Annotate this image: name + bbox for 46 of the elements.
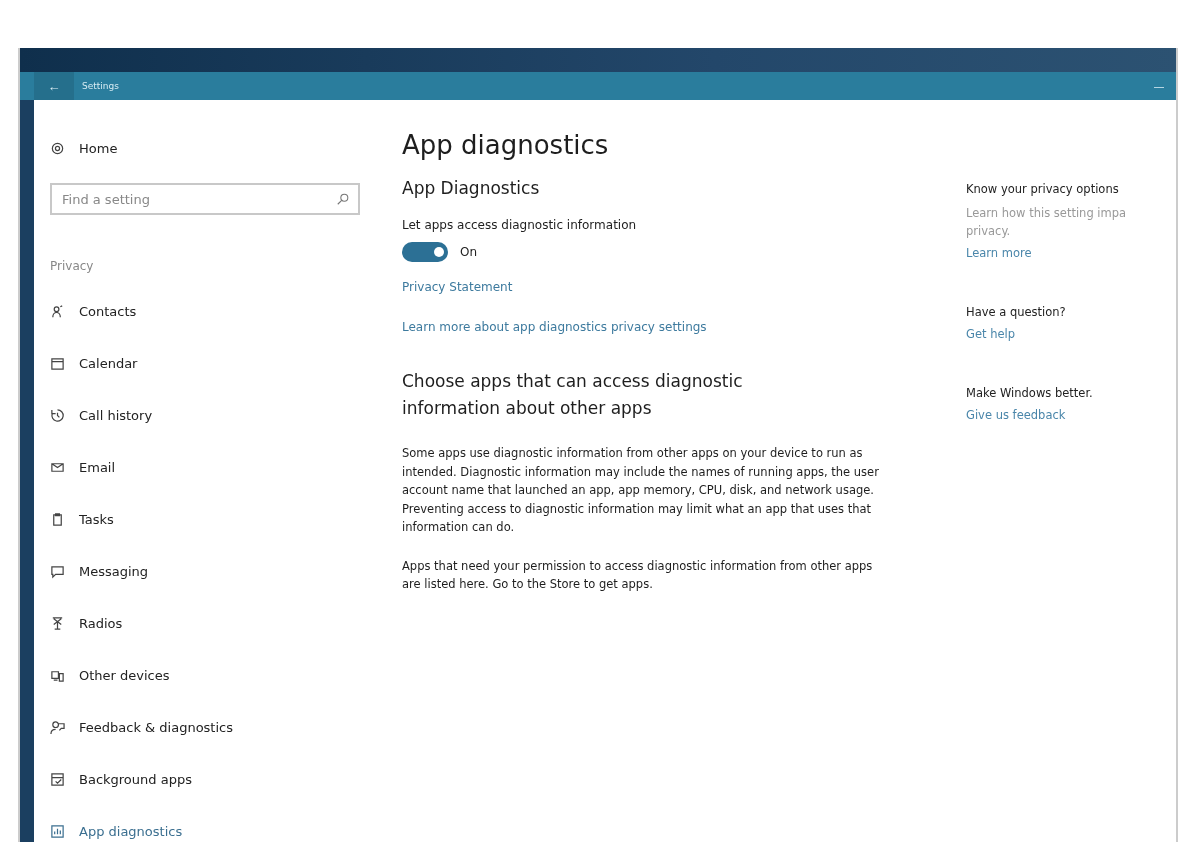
sidebar-item[interactable]: Feedback & diagnostics (50, 701, 388, 753)
link[interactable]: Privacy Statement (402, 280, 513, 294)
page-title: App diagnostics (402, 130, 610, 160)
aside-heading: Know your privacy options (966, 182, 1120, 196)
subheading: Choose apps that can access diagnostic information about other apps (402, 370, 744, 420)
link[interactable]: Learn more (966, 246, 1032, 260)
contacts-icon (50, 303, 65, 319)
sidebar-item[interactable]: Contacts (50, 285, 388, 337)
minimize-button[interactable]: — (1150, 80, 1168, 92)
chart-window-icon (50, 823, 65, 839)
aside-text: privacy. (966, 223, 1012, 240)
sidebar-item[interactable]: App diagnostics (50, 805, 388, 842)
link[interactable]: Learn more about app diagnostics privacy settings (402, 320, 707, 334)
feedback-icon (50, 719, 65, 735)
clock-icon (50, 407, 65, 423)
toggle-switch[interactable] (402, 242, 448, 262)
sidebar-item[interactable]: Calendar (50, 337, 388, 389)
aside-text: Learn how this setting impa (966, 205, 1128, 222)
link[interactable]: Give us feedback (966, 408, 1066, 422)
toggle-state: On (460, 245, 478, 259)
paragraph: Some apps use diagnostic information from other apps on your device to run as intended. Diagnostic information may include the names of running apps, the user account name that launched an app, app memory, CPU, disk, and network usage. Preventing access to diagnostic information may limit what an app that uses that information can do. (402, 445, 880, 536)
paragraph: Apps that need your permission to access diagnostic information from other apps are listed here. Go to the Store to get apps. (402, 557, 874, 593)
back-button[interactable]: ← (34, 72, 74, 100)
gear-icon (50, 140, 65, 156)
sidebar-item[interactable]: Call history (50, 389, 388, 441)
home-item[interactable]: Home (50, 136, 388, 160)
section-label: Privacy (50, 259, 95, 275)
sidebar-item[interactable]: Tasks (50, 493, 388, 545)
search-field[interactable]: Find a setting (50, 183, 360, 215)
section-title: App Diagnostics (402, 178, 541, 198)
calendar-icon (50, 355, 65, 371)
toggle-label: Let apps access diagnostic information (402, 218, 638, 232)
aside-heading: Have a question? (966, 305, 1067, 319)
sidebar-item[interactable]: Other devices (50, 649, 388, 701)
sidebar-item[interactable]: Messaging (50, 545, 388, 597)
clipboard-icon (50, 511, 65, 527)
app-window-icon (50, 771, 65, 787)
sidebar-item[interactable]: Radios (50, 597, 388, 649)
chat-icon (50, 563, 65, 579)
aside-heading: Make Windows better. (966, 386, 1094, 400)
search-icon (336, 192, 350, 206)
sidebar-item[interactable]: Background apps (50, 753, 388, 805)
window-title: Settings (82, 81, 120, 91)
link[interactable]: Get help (966, 327, 1015, 341)
sidebar-item[interactable]: Email (50, 441, 388, 493)
radio-tower-icon (50, 615, 65, 631)
